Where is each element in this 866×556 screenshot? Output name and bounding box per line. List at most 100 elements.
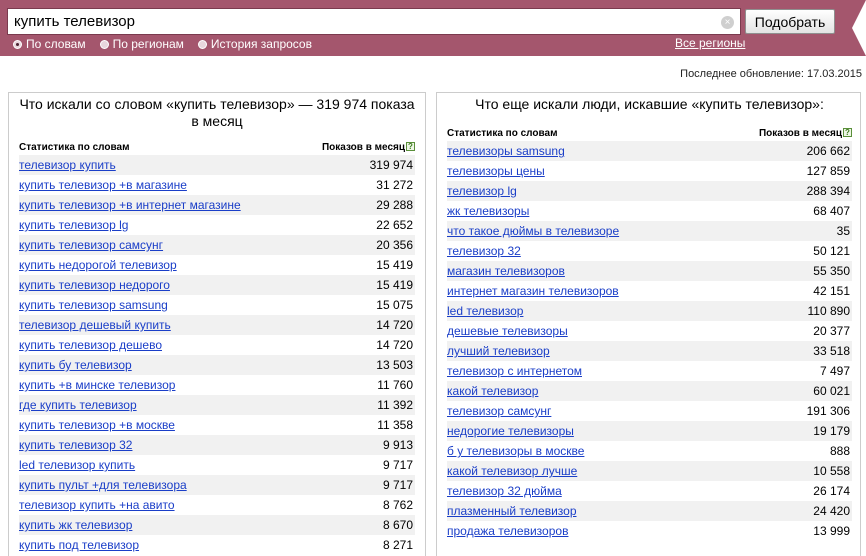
radio-icon[interactable] [99, 39, 109, 49]
help-icon[interactable]: ? [843, 128, 852, 138]
table-row: купить +в минске телевизор 11 760 [19, 375, 415, 395]
clear-icon[interactable]: × [721, 16, 734, 29]
phrase-link[interactable]: купить пульт +для телевизора [19, 478, 187, 492]
impressions-count: 8 271 [382, 538, 413, 552]
radio-icon[interactable] [197, 39, 207, 49]
table-row: купить телевизор +в магазине 31 272 [19, 175, 415, 195]
table-row: б у телевизоры в москве 888 [447, 441, 852, 461]
phrase-link[interactable]: где купить телевизор [19, 398, 137, 412]
phrase-link[interactable]: купить телевизор +в москве [19, 418, 175, 432]
phrase-link[interactable]: телевизор 32 [447, 244, 521, 258]
submit-button[interactable]: Подобрать [745, 9, 835, 34]
impressions-count: 31 272 [376, 178, 413, 192]
table-row: какой телевизор 60 021 [447, 381, 852, 401]
search-field[interactable]: × [7, 8, 741, 35]
mode-query-history[interactable]: История запросов [197, 37, 312, 51]
phrase-link[interactable]: купить под телевизор [19, 538, 139, 552]
column-header: Статистика по словам Показов в месяц? [19, 141, 415, 153]
table-row: купить телевизор lg 22 652 [19, 215, 415, 235]
phrase-link[interactable]: что такое дюймы в телевизоре [447, 224, 619, 238]
phrase-link[interactable]: телевизор lg [447, 184, 517, 198]
table-row: телевизор самсунг 191 306 [447, 401, 852, 421]
impressions-count: 19 179 [813, 424, 850, 438]
phrase-link[interactable]: телевизор купить +на авито [19, 498, 175, 512]
search-band: × Подобрать По словам По регионам Истори… [0, 0, 866, 56]
phrase-link[interactable]: купить +в минске телевизор [19, 378, 175, 392]
phrase-link[interactable]: интернет магазин телевизоров [447, 284, 619, 298]
phrase-link[interactable]: какой телевизор лучше [447, 464, 577, 478]
impressions-count: 26 174 [813, 484, 850, 498]
table-row: купить под телевизор 8 271 [19, 535, 415, 555]
table-row: телевизор с интернетом 7 497 [447, 361, 852, 381]
mode-by-regions[interactable]: По регионам [99, 37, 184, 51]
impressions-count: 13 503 [376, 358, 413, 372]
column-header: Статистика по словам Показов в месяц? [447, 127, 852, 139]
phrase-link[interactable]: б у телевизоры в москве [447, 444, 584, 458]
impressions-count: 110 890 [807, 304, 851, 318]
phrase-link[interactable]: телевизор 32 дюйма [447, 484, 562, 498]
search-input[interactable] [8, 9, 708, 34]
phrase-link[interactable]: купить недорогой телевизор [19, 258, 177, 272]
phrase-link[interactable]: купить телевизор samsung [19, 298, 168, 312]
impressions-count: 7 497 [819, 364, 850, 378]
phrase-link[interactable]: телевизор с интернетом [447, 364, 582, 378]
table-row: телевизоры samsung 206 662 [447, 141, 852, 161]
table-row: телевизор 32 дюйма 26 174 [447, 481, 852, 501]
table-row: телевизор купить +на авито 8 762 [19, 495, 415, 515]
phrase-link[interactable]: жк телевизоры [447, 204, 529, 218]
phrase-link[interactable]: купить телевизор +в интернет магазине [19, 198, 241, 212]
table-row: какой телевизор лучше 10 558 [447, 461, 852, 481]
phrase-link[interactable]: лучший телевизор [447, 344, 550, 358]
impressions-count: 42 151 [813, 284, 850, 298]
impressions-count: 15 419 [376, 258, 413, 272]
table-row: купить телевизор 32 9 913 [19, 435, 415, 455]
phrase-link[interactable]: магазин телевизоров [447, 264, 565, 278]
mode-label: По словам [26, 37, 86, 51]
impressions-count: 29 288 [376, 198, 413, 212]
table-row: лучший телевизор 33 518 [447, 341, 852, 361]
table-row: интернет магазин телевизоров 42 151 [447, 281, 852, 301]
phrase-link[interactable]: телевизоры samsung [447, 144, 565, 158]
impressions-count: 11 392 [377, 398, 413, 412]
table-row: телевизор 32 50 121 [447, 241, 852, 261]
phrase-link[interactable]: плазменный телевизор [447, 504, 577, 518]
phrase-link[interactable]: купить бу телевизор [19, 358, 132, 372]
phrase-link[interactable]: телевизор самсунг [447, 404, 551, 418]
impressions-count: 35 [836, 224, 850, 238]
phrase-link[interactable]: телевизор дешевый купить [19, 318, 171, 332]
impressions-count: 9 717 [382, 478, 413, 492]
table-row: дешевые телевизоры 20 377 [447, 321, 852, 341]
phrase-link[interactable]: какой телевизор [447, 384, 538, 398]
radio-checked-icon[interactable] [13, 39, 22, 49]
phrase-link[interactable]: купить телевизор недорого [19, 278, 170, 292]
help-icon[interactable]: ? [406, 142, 415, 152]
table-row: купить бу телевизор 13 503 [19, 355, 415, 375]
phrase-link[interactable]: недорогие телевизоры [447, 424, 574, 438]
impressions-count: 191 306 [806, 404, 850, 418]
phrase-link[interactable]: led телевизор [447, 304, 523, 318]
phrase-link[interactable]: телевизор купить [19, 158, 116, 172]
impressions-count: 20 356 [376, 238, 413, 252]
table-row: led телевизор 110 890 [447, 301, 852, 321]
phrase-link[interactable]: купить телевизор +в магазине [19, 178, 187, 192]
phrase-link[interactable]: led телевизор купить [19, 458, 135, 472]
impressions-count: 20 377 [813, 324, 850, 338]
panel-title: Что еще искали люди, искавшие «купить те… [475, 96, 824, 112]
phrase-link[interactable]: купить телевизор lg [19, 218, 128, 232]
phrase-link[interactable]: купить телевизор самсунг [19, 238, 163, 252]
phrase-link[interactable]: продажа телевизоров [447, 524, 568, 538]
mode-by-words[interactable]: По словам [13, 37, 86, 51]
phrase-link[interactable]: купить телевизор 32 [19, 438, 132, 452]
all-regions-link[interactable]: Все регионы [675, 36, 745, 50]
phrase-link[interactable]: купить телевизор дешево [19, 338, 162, 352]
impressions-count: 24 420 [813, 504, 850, 518]
mode-label: История запросов [210, 37, 312, 51]
impressions-count: 60 021 [813, 384, 850, 398]
table-row: купить телевизор дешево 14 720 [19, 335, 415, 355]
impressions-count: 11 760 [377, 378, 413, 392]
phrase-link[interactable]: купить жк телевизор [19, 518, 132, 532]
impressions-count: 55 350 [813, 264, 850, 278]
table-row: продажа телевизоров 13 999 [447, 521, 852, 541]
phrase-link[interactable]: телевизоры цены [447, 164, 545, 178]
phrase-link[interactable]: дешевые телевизоры [447, 324, 568, 338]
